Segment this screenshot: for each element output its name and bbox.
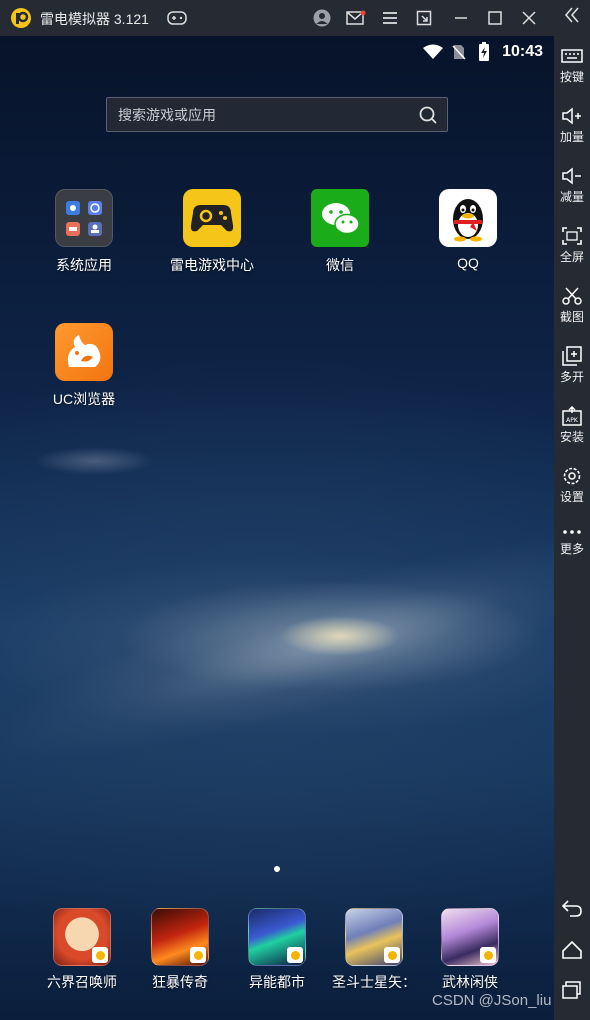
emulator-sidebar: 按键 加量 减量 全屏 截图 多开 APK 安装 设置 更多 xyxy=(554,0,590,1020)
page-indicator xyxy=(274,866,280,872)
search-icon[interactable] xyxy=(417,104,439,126)
sidebar-label: 按键 xyxy=(559,70,584,84)
no-sim-icon xyxy=(452,45,466,60)
sidebar-label: 全屏 xyxy=(559,250,584,264)
svg-text:APK: APK xyxy=(566,417,579,424)
app-label: UC浏览器 xyxy=(52,391,116,407)
sidebar-label: 多开 xyxy=(559,370,584,384)
ldplayer-badge-icon xyxy=(287,947,303,963)
fullscreen-icon xyxy=(562,227,582,245)
game-icon xyxy=(53,908,111,966)
sidebar-item-settings[interactable]: 设置 xyxy=(554,466,590,505)
app-label: 圣斗士星矢： xyxy=(332,974,416,990)
sidebar-label: 减量 xyxy=(559,190,584,204)
app-label: QQ xyxy=(457,255,479,271)
sidebar-label: 安装 xyxy=(559,430,584,444)
ldplayer-badge-icon xyxy=(92,947,108,963)
more-dots-icon xyxy=(563,530,581,534)
volume-down-icon xyxy=(562,167,581,185)
dock-app-kuangbao[interactable]: 狂暴传奇 xyxy=(128,908,232,992)
app-label: 雷电游戏中心 xyxy=(170,257,254,273)
back-arrow-icon xyxy=(561,900,582,917)
gamepad-icon[interactable] xyxy=(166,7,188,29)
wechat-icon xyxy=(311,189,369,247)
title-bar: 雷电模拟器 3.121 xyxy=(0,0,590,36)
game-icon xyxy=(345,908,403,966)
collapse-sidebar-button[interactable] xyxy=(554,4,590,26)
minimize-icon[interactable] xyxy=(450,7,472,29)
apk-install-icon: APK xyxy=(562,406,582,426)
search-input[interactable] xyxy=(107,98,407,131)
sidebar-label: 加量 xyxy=(559,130,584,144)
sidebar-label: 更多 xyxy=(559,542,584,556)
volume-up-icon xyxy=(562,107,581,125)
scissors-icon xyxy=(562,287,582,305)
app-system-apps[interactable]: 系统应用 xyxy=(24,189,144,275)
sidebar-label: 设置 xyxy=(559,490,584,504)
sidebar-item-multi-instance[interactable]: 多开 xyxy=(554,346,590,385)
app-uc-browser[interactable]: UC浏览器 xyxy=(24,323,144,409)
wallpaper-galaxy xyxy=(0,501,554,811)
qq-penguin-icon xyxy=(439,189,497,247)
home-button[interactable] xyxy=(554,940,590,960)
watermark: CSDN @JSon_liu xyxy=(432,992,552,1009)
android-home-screen: 10:43 系统应用 雷电游戏中心 xyxy=(0,36,554,1020)
window-title: 雷电模拟器 3.121 xyxy=(40,11,149,27)
back-button[interactable] xyxy=(554,898,590,918)
clock: 10:43 xyxy=(502,43,543,60)
recent-apps-button[interactable] xyxy=(554,980,590,1000)
keyboard-icon xyxy=(561,49,583,63)
ldplayer-badge-icon xyxy=(384,947,400,963)
recent-apps-icon xyxy=(562,981,581,999)
double-chevron-left-icon xyxy=(564,7,579,23)
app-label: 微信 xyxy=(326,257,354,273)
battery-charging-icon xyxy=(479,42,489,61)
app-label: 系统应用 xyxy=(56,257,112,273)
sidebar-item-volume-up[interactable]: 加量 xyxy=(554,106,590,145)
sidebar-label: 截图 xyxy=(559,310,584,324)
menu-icon[interactable] xyxy=(379,7,401,29)
sidebar-item-install[interactable]: APK 安装 xyxy=(554,406,590,445)
dock-app-yineng[interactable]: 异能都市 xyxy=(225,908,329,992)
system-apps-folder-icon xyxy=(55,189,113,247)
sidebar-item-fullscreen[interactable]: 全屏 xyxy=(554,226,590,265)
app-game-center[interactable]: 雷电游戏中心 xyxy=(152,189,272,275)
gear-icon xyxy=(563,467,581,485)
maximize-icon[interactable] xyxy=(484,7,506,29)
app-label: 武林闲侠 xyxy=(442,974,498,990)
dock-app-shengdoushi[interactable]: 圣斗士星矢： xyxy=(322,908,426,992)
app-qq[interactable]: QQ xyxy=(408,189,528,271)
game-icon xyxy=(441,908,499,966)
mail-icon[interactable] xyxy=(345,7,367,29)
game-icon xyxy=(248,908,306,966)
ldplayer-badge-icon xyxy=(480,947,496,963)
uc-browser-icon xyxy=(55,323,113,381)
app-label: 六界召唤师 xyxy=(47,974,117,990)
dock-app-liujie[interactable]: 六界召唤师 xyxy=(30,908,134,992)
app-label: 狂暴传奇 xyxy=(152,974,208,990)
close-icon[interactable] xyxy=(518,7,540,29)
home-icon xyxy=(562,940,582,959)
sidebar-item-keys[interactable]: 按键 xyxy=(554,46,590,85)
game-center-icon xyxy=(183,189,241,247)
multi-instance-icon xyxy=(562,346,582,366)
ldplayer-badge-icon xyxy=(190,947,206,963)
sidebar-item-screenshot[interactable]: 截图 xyxy=(554,286,590,325)
dock-app-wulin[interactable]: 武林闲侠 xyxy=(418,908,522,992)
user-avatar-icon[interactable] xyxy=(311,7,333,29)
wifi-icon xyxy=(423,44,443,59)
game-icon xyxy=(151,908,209,966)
mini-window-icon[interactable] xyxy=(413,7,435,29)
sidebar-item-more[interactable]: 更多 xyxy=(554,526,590,557)
sidebar-item-volume-down[interactable]: 减量 xyxy=(554,166,590,205)
status-bar: 10:43 xyxy=(0,36,554,68)
app-label: 异能都市 xyxy=(249,974,305,990)
ldplayer-logo-icon xyxy=(11,8,31,28)
app-wechat[interactable]: 微信 xyxy=(280,189,400,275)
search-bar[interactable] xyxy=(106,97,448,132)
